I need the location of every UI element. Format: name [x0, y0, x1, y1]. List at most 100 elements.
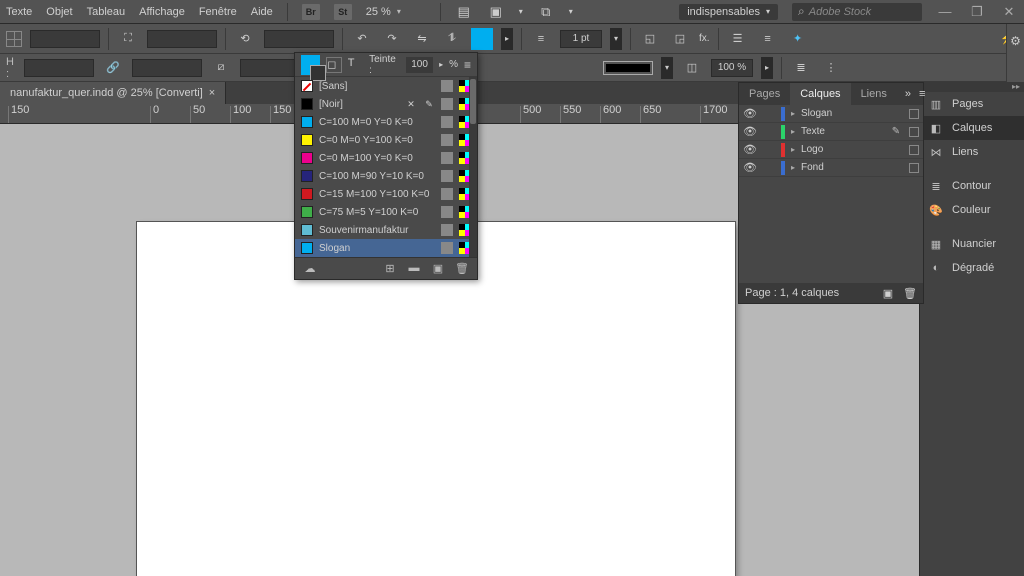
stock-button[interactable]: St [334, 4, 352, 20]
layer-row[interactable]: 👁 ▸ Logo [739, 141, 923, 159]
visibility-icon[interactable]: 👁 [743, 107, 757, 120]
align-center-icon[interactable]: ≡ [757, 28, 779, 50]
dock-item-nuancier[interactable]: ▦Nuancier [920, 232, 1024, 256]
flip-h-icon[interactable]: ⇋ [411, 28, 433, 50]
panel-menu-icon[interactable]: ≡ [919, 88, 925, 100]
dock-item-dégradé[interactable]: ◐Dégradé [920, 256, 1024, 280]
screen-mode-icon[interactable]: ▣ [487, 3, 505, 21]
menu-tableau[interactable]: Tableau [87, 6, 126, 18]
formatting-container-icon[interactable]: ◻ [326, 57, 341, 73]
fx-button[interactable]: fx. [699, 33, 710, 44]
stroke-weight-menu[interactable]: ▾ [610, 28, 622, 50]
constrain-icon[interactable]: ⛶ [117, 28, 139, 50]
menu-aide[interactable]: Aide [251, 6, 273, 18]
stroke-style-preview[interactable] [603, 61, 653, 75]
fill-swatch[interactable] [471, 28, 493, 50]
reference-point-icon[interactable] [6, 31, 22, 47]
layer-row[interactable]: 👁 ▸ Fond [739, 159, 923, 177]
dock-item-liens[interactable]: ⋈Liens [920, 140, 1024, 164]
angle-field[interactable] [264, 30, 334, 48]
h2-field[interactable] [132, 59, 202, 77]
undo-icon[interactable]: ↶ [351, 28, 373, 50]
workspace-switcher[interactable]: indispensables▾ [679, 4, 778, 20]
dock-item-pages[interactable]: ▥Pages [920, 92, 1024, 116]
menu-texte[interactable]: Texte [6, 6, 32, 18]
menu-objet[interactable]: Objet [46, 6, 72, 18]
rotate-icon[interactable]: ⟲ [234, 28, 256, 50]
corner-icon[interactable]: ◱ [639, 28, 661, 50]
layer-select-proxy[interactable] [909, 163, 919, 173]
layer-select-proxy[interactable] [909, 109, 919, 119]
tab-calques[interactable]: Calques [790, 83, 850, 105]
dock-item-contour[interactable]: ≣Contour [920, 174, 1024, 198]
h-field[interactable] [24, 59, 94, 77]
tab-pages[interactable]: Pages [739, 83, 790, 105]
swatch-row[interactable]: C=0 M=0 Y=100 K=0 [295, 131, 477, 149]
window-close-icon[interactable]: ✕ [1000, 4, 1018, 20]
swatches-scrollbar[interactable] [469, 77, 477, 257]
redo-icon[interactable]: ↷ [381, 28, 403, 50]
teinte-field[interactable]: 100 [406, 57, 433, 73]
view-options-icon[interactable]: ▤ [455, 3, 473, 21]
swatch-row[interactable]: C=100 M=90 Y=10 K=0 [295, 167, 477, 185]
w-field[interactable] [147, 30, 217, 48]
menu-fenetre[interactable]: Fenêtre [199, 6, 237, 18]
flip-v-icon[interactable]: ⥮ [441, 28, 463, 50]
tab-liens[interactable]: Liens [851, 83, 897, 105]
swatch-row[interactable]: C=75 M=5 Y=100 K=0 [295, 203, 477, 221]
opacity-field[interactable]: 100 % [711, 59, 753, 77]
stock-search-input[interactable]: Adobe Stock [792, 3, 922, 21]
visibility-icon[interactable]: 👁 [743, 161, 757, 174]
swatch-row[interactable]: [Noir]✕✎ [295, 95, 477, 113]
swatch-row[interactable]: Souvenirmanufaktur [295, 221, 477, 239]
disclosure-icon[interactable]: ▸ [791, 145, 795, 154]
swatch-row[interactable]: Slogan [295, 239, 477, 257]
visibility-icon[interactable]: 👁 [743, 143, 757, 156]
new-layer-icon[interactable]: ▣ [881, 287, 895, 300]
disclosure-icon[interactable]: ▸ [791, 163, 795, 172]
stroke-weight-field[interactable]: 1 pt [560, 30, 602, 48]
align-left-icon[interactable]: ☰ [727, 28, 749, 50]
swatch-row[interactable]: C=0 M=100 Y=0 K=0 [295, 149, 477, 167]
swatch-row[interactable]: C=100 M=0 Y=0 K=0 [295, 113, 477, 131]
folder-icon[interactable]: ▬ [407, 262, 421, 276]
stroke-style-menu[interactable]: ▾ [661, 57, 673, 79]
window-minimize-icon[interactable]: — [936, 4, 954, 19]
document-tab[interactable]: nanufaktur_quer.indd @ 25% [Converti] × [0, 82, 226, 104]
layer-select-proxy[interactable] [909, 127, 919, 137]
layer-row[interactable]: 👁 ▸ Texte ✎ [739, 123, 923, 141]
link-icon[interactable]: 🔗 [102, 57, 124, 79]
visibility-icon[interactable]: 👁 [743, 125, 757, 138]
dock-item-couleur[interactable]: 🎨Couleur [920, 198, 1024, 222]
dock-collapse-icon[interactable]: ▸▸ [920, 82, 1024, 92]
new-group-icon[interactable]: ⊞ [383, 262, 397, 276]
dock-item-calques[interactable]: ◧Calques [920, 116, 1024, 140]
edge-flyout-icon[interactable]: ⚙ [1010, 34, 1021, 48]
opacity-menu[interactable]: ▸ [761, 57, 773, 79]
layer-select-proxy[interactable] [909, 145, 919, 155]
layer-row[interactable]: 👁 ▸ Slogan [739, 105, 923, 123]
text-wrap-icon[interactable]: ✦ [787, 28, 809, 50]
fill-swatch-menu[interactable]: ▸ [501, 28, 513, 50]
align2-icon[interactable]: ≣ [790, 57, 812, 79]
teinte-stepper-icon[interactable]: ▸ [439, 60, 443, 69]
menu-affichage[interactable]: Affichage [139, 6, 185, 18]
distribute-icon[interactable]: ⋮ [820, 57, 842, 79]
cloud-icon[interactable]: ☁ [303, 262, 317, 276]
swatch-row[interactable]: C=15 M=100 Y=100 K=0 [295, 185, 477, 203]
bridge-button[interactable]: Br [302, 4, 320, 20]
new-swatch-icon[interactable]: ▣ [431, 262, 445, 276]
window-restore-icon[interactable]: ❐ [968, 4, 986, 20]
disclosure-icon[interactable]: ▸ [791, 127, 795, 136]
arrange-icon[interactable]: ⧉ [537, 3, 555, 21]
formatting-text-icon[interactable]: T [348, 57, 363, 73]
disclosure-icon[interactable]: ▸ [791, 109, 795, 118]
tabs-overflow-icon[interactable]: » [905, 88, 911, 100]
x-field[interactable] [30, 30, 100, 48]
zoom-level-dropdown[interactable]: 25 %▾ [366, 6, 426, 18]
trash-icon[interactable]: 🗑 [455, 262, 469, 276]
fill-stroke-proxy-icon[interactable] [301, 55, 320, 75]
shear-icon[interactable]: ⧄ [210, 57, 232, 79]
swatches-menu-icon[interactable]: ≡ [464, 58, 471, 72]
close-tab-icon[interactable]: × [209, 87, 215, 99]
